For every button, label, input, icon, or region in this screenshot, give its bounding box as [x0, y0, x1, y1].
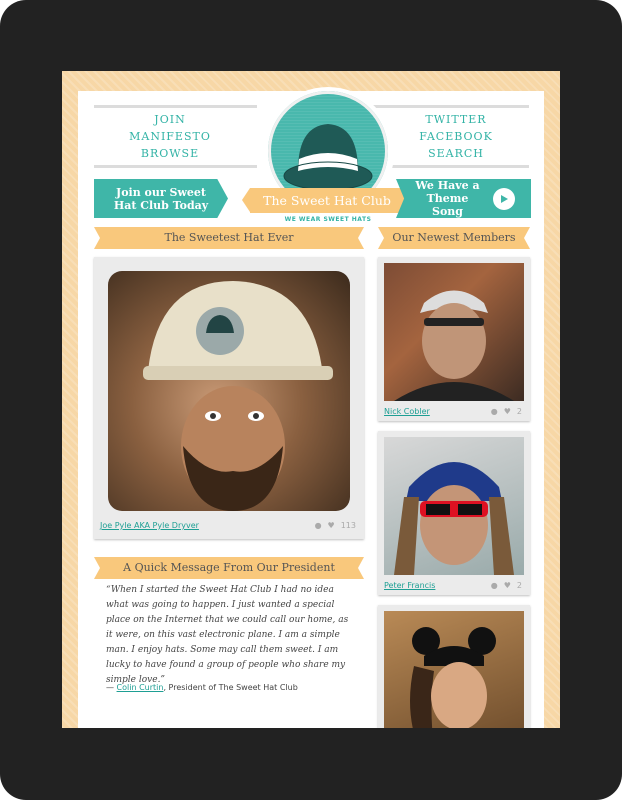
member-card[interactable]: Peter Francis ● ♥ 2	[378, 431, 530, 595]
member-card[interactable]: Nick Cobler ● ♥ 2	[378, 257, 530, 421]
nav-browse[interactable]: BROWSE	[110, 147, 230, 160]
nav-twitter[interactable]: TWITTER	[396, 113, 516, 126]
member-meta: ● ♥ 2	[491, 581, 522, 590]
quote-attribution: — Colin Curtin, President of The Sweet H…	[106, 683, 298, 692]
nav-manifesto[interactable]: MANIFESTO	[110, 130, 230, 143]
featured-meta: ● ♥ 113	[315, 521, 356, 530]
member-photo-art	[410, 627, 496, 728]
featured-photo[interactable]	[108, 271, 350, 511]
heart-icon[interactable]: ♥	[504, 581, 511, 590]
members-heading: Our Newest Members	[378, 227, 530, 249]
comment-icon[interactable]: ●	[491, 407, 498, 416]
theme-song-button[interactable]: We Have a Theme Song	[396, 179, 531, 218]
comment-icon[interactable]: ●	[315, 521, 322, 530]
logo-banner: The Sweet Hat Club	[242, 188, 412, 213]
member-meta: ● ♥ 2	[491, 407, 522, 416]
helmet-portrait	[143, 281, 333, 511]
nav-divider-left-bottom	[94, 165, 257, 168]
featured-heading: The Sweetest Hat Ever	[94, 227, 364, 249]
attribution-dash: —	[106, 683, 114, 692]
page-sheet: JOIN MANIFESTO BROWSE TWITTER FACEBOOK S…	[78, 87, 544, 728]
author-title: , President of The Sweet Hat Club	[163, 683, 298, 692]
theme-song-label: We Have a Theme Song	[415, 179, 480, 218]
member-photo-art	[394, 462, 514, 575]
member-likes: 2	[516, 407, 522, 416]
featured-card[interactable]: Joe Pyle AKA Pyle Dryver ● ♥ 113	[94, 257, 364, 539]
president-quote: “When I started the Sweet Hat Club I had…	[106, 585, 349, 685]
logo-tagline: WE WEAR SWEET HATS	[284, 216, 372, 223]
member-photo[interactable]	[384, 263, 524, 401]
member-photo[interactable]	[384, 437, 524, 575]
join-club-label: Join our Sweet Hat Club Today	[113, 185, 209, 212]
featured-caption[interactable]: Joe Pyle AKA Pyle Dryver	[100, 521, 199, 530]
play-icon[interactable]	[492, 187, 515, 210]
author-link[interactable]: Colin Curtin	[117, 683, 164, 692]
tablet-frame: JOIN MANIFESTO BROWSE TWITTER FACEBOOK S…	[0, 0, 622, 800]
nav-join[interactable]: JOIN	[110, 113, 230, 126]
nav-search[interactable]: SEARCH	[396, 147, 516, 160]
heart-icon[interactable]: ♥	[504, 407, 511, 416]
member-card[interactable]	[378, 605, 530, 728]
member-name[interactable]: Peter Francis	[384, 581, 435, 590]
featured-likes: 113	[340, 521, 356, 530]
heart-icon[interactable]: ♥	[328, 521, 335, 530]
member-likes: 2	[516, 581, 522, 590]
member-photo[interactable]	[384, 611, 524, 728]
join-club-button[interactable]: Join our Sweet Hat Club Today	[94, 179, 228, 218]
nav-divider-left-top	[94, 105, 257, 108]
screen: JOIN MANIFESTO BROWSE TWITTER FACEBOOK S…	[62, 71, 560, 728]
member-photo-art	[394, 290, 514, 401]
message-heading: A Quick Message From Our President	[94, 557, 364, 579]
nav-facebook[interactable]: FACEBOOK	[396, 130, 516, 143]
comment-icon[interactable]: ●	[491, 581, 498, 590]
nav-divider-right-top	[366, 105, 529, 108]
member-name[interactable]: Nick Cobler	[384, 407, 430, 416]
